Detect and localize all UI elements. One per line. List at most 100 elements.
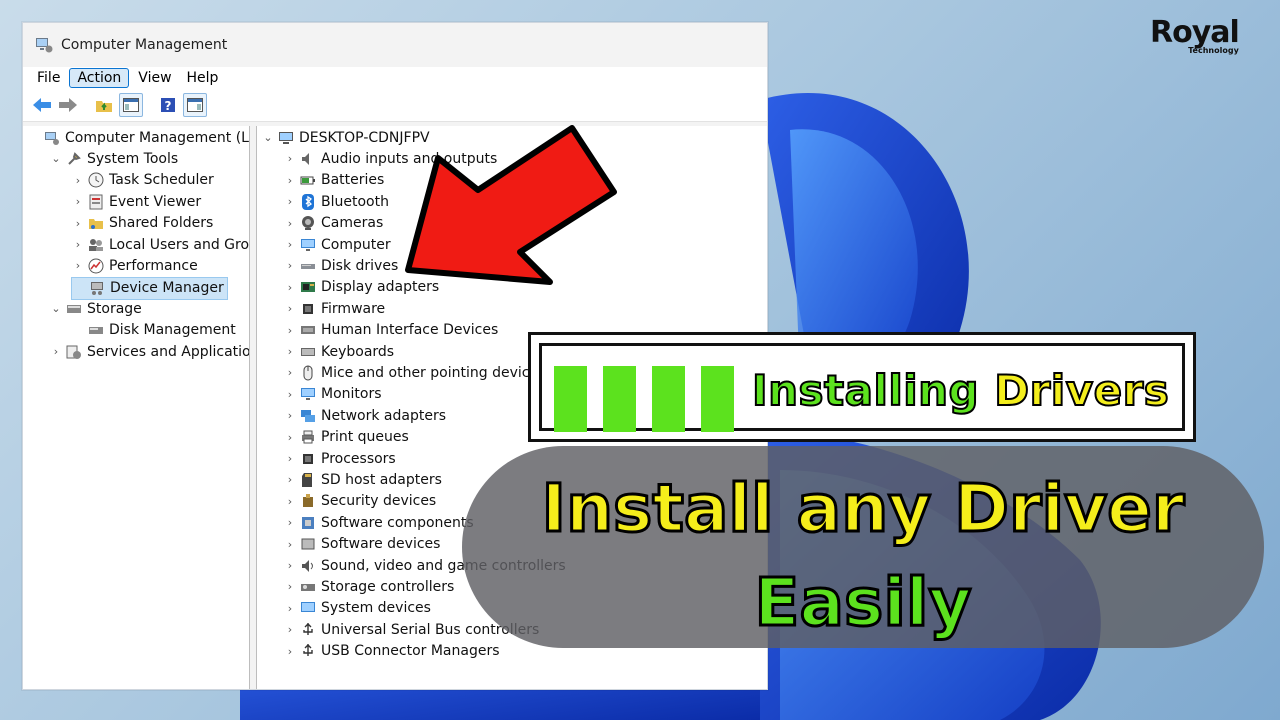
forward-button[interactable] [57, 94, 79, 116]
menu-file[interactable]: File [31, 68, 66, 88]
tree-item[interactable]: Disk Management [71, 320, 236, 341]
expand-chevron-icon[interactable]: › [71, 195, 85, 208]
device-category[interactable]: › Print queues [283, 427, 409, 448]
menu-action[interactable]: Action [69, 68, 130, 88]
expand-chevron-icon[interactable]: › [283, 580, 297, 593]
title-bar[interactable]: Computer Management [23, 23, 767, 67]
expand-chevron-icon[interactable]: › [283, 409, 297, 422]
help-icon: ? [161, 98, 175, 113]
expand-chevron-icon[interactable]: › [283, 623, 297, 636]
expand-chevron-icon[interactable]: ⌄ [49, 302, 63, 315]
tree-item[interactable]: › Performance [71, 255, 198, 276]
printer-icon [302, 430, 314, 444]
device-category[interactable]: › Security devices [283, 491, 436, 512]
expand-chevron-icon[interactable]: › [283, 174, 297, 187]
tree-item-label: Local Users and Groups [109, 236, 250, 253]
expand-chevron-icon[interactable]: › [283, 324, 297, 337]
device-category[interactable]: › Disk drives [283, 255, 398, 276]
console-tree-pane: Computer Management (Local⌄System Tools›… [23, 126, 250, 689]
tree-item[interactable]: Computer Management (Local [27, 127, 249, 148]
tree-item[interactable]: › Task Scheduler [71, 170, 214, 191]
expand-chevron-icon[interactable]: › [283, 345, 297, 358]
device-category[interactable]: › Firmware [283, 298, 385, 319]
performance-icon [88, 258, 104, 274]
expand-chevron-icon[interactable]: › [71, 174, 85, 187]
folder-up-icon [96, 101, 112, 112]
expand-chevron-icon[interactable]: › [283, 259, 297, 272]
device-category[interactable]: › Processors [283, 448, 396, 469]
expand-chevron-icon[interactable]: › [283, 495, 297, 508]
device-category[interactable]: › Software devices [283, 534, 441, 555]
desktop-icon [279, 131, 293, 144]
expand-chevron-icon[interactable]: › [71, 217, 85, 230]
device-category[interactable]: › Monitors [283, 384, 382, 405]
computer-management-icon [36, 38, 53, 53]
menu-view[interactable]: View [132, 68, 177, 88]
expand-chevron-icon[interactable]: ⌄ [49, 152, 63, 165]
tree-item[interactable]: › Event Viewer [71, 191, 201, 212]
device-category[interactable]: › Mice and other pointing device [283, 362, 538, 383]
expand-chevron-icon[interactable]: › [283, 645, 297, 658]
tree-item[interactable]: ⌄ System Tools [49, 148, 178, 169]
device-category[interactable]: › Software components [283, 512, 474, 533]
tree-item-label: Event Viewer [109, 193, 202, 210]
expand-chevron-icon[interactable]: › [283, 302, 297, 315]
device-category[interactable]: › Batteries [283, 170, 385, 191]
speaker-icon [302, 152, 309, 165]
expand-chevron-icon[interactable]: › [283, 152, 297, 165]
disk-management-icon [89, 327, 103, 335]
tree-item-label: Disk Management [109, 322, 236, 339]
up-folder-button[interactable] [93, 94, 115, 116]
banner-text: Installing Drivers [751, 365, 1170, 416]
device-category[interactable]: › Cameras [283, 213, 383, 234]
expand-chevron-icon[interactable]: › [71, 259, 85, 272]
storage-icon [67, 304, 81, 313]
tree-item[interactable]: ⌄ Storage [49, 298, 141, 319]
device-category[interactable]: › Keyboards [283, 341, 394, 362]
show-hide-tree-button[interactable] [119, 93, 143, 117]
device-category[interactable]: › Computer [283, 234, 391, 255]
expand-chevron-icon[interactable]: › [283, 366, 297, 379]
tree-item[interactable]: Device Manager [71, 276, 228, 300]
expand-chevron-icon[interactable]: › [283, 516, 297, 529]
device-category[interactable]: › Network adapters [283, 405, 446, 426]
expand-chevron-icon[interactable]: › [71, 238, 85, 251]
tools-icon [68, 152, 81, 165]
system-devices-icon [301, 602, 315, 613]
progress-segment [652, 366, 685, 432]
device-category[interactable]: › USB Connector Managers [283, 641, 500, 662]
expand-chevron-icon[interactable]: ⌄ [261, 131, 275, 144]
expand-chevron-icon[interactable]: › [283, 195, 297, 208]
expand-chevron-icon[interactable]: › [283, 602, 297, 615]
help-button[interactable]: ? [157, 94, 179, 116]
tree-item[interactable]: › Shared Folders [71, 213, 214, 234]
expand-chevron-icon[interactable]: › [283, 281, 297, 294]
expand-chevron-icon[interactable]: › [283, 538, 297, 551]
device-category[interactable]: › Human Interface Devices [283, 320, 498, 341]
device-category[interactable]: › Storage controllers [283, 576, 455, 597]
expand-chevron-icon[interactable]: › [283, 238, 297, 251]
expand-chevron-icon[interactable]: › [283, 473, 297, 486]
device-category-label: Processors [321, 450, 396, 467]
menu-help[interactable]: Help [181, 68, 225, 88]
disk-drive-icon [301, 263, 315, 269]
tree-item[interactable]: › Local Users and Groups [71, 234, 250, 255]
show-action-pane-button[interactable] [183, 93, 207, 117]
services-icon [66, 345, 81, 359]
expand-chevron-icon[interactable]: › [283, 431, 297, 444]
back-button[interactable] [31, 94, 53, 116]
expand-chevron-icon[interactable]: › [49, 345, 63, 358]
device-category-label: Bluetooth [321, 193, 389, 210]
expand-chevron-icon[interactable]: › [283, 559, 297, 572]
menu-bar: File Action View Help [23, 67, 767, 89]
expand-chevron-icon[interactable]: › [283, 388, 297, 401]
clock-icon [88, 172, 104, 188]
tree-item[interactable]: › Services and Applications [49, 341, 249, 362]
device-category[interactable]: › System devices [283, 598, 431, 619]
expand-chevron-icon[interactable]: › [283, 217, 297, 230]
expand-chevron-icon[interactable]: › [283, 452, 297, 465]
network-icon [301, 409, 315, 422]
device-category-label: Software components [321, 514, 474, 531]
device-category[interactable]: › SD host adapters [283, 469, 442, 490]
device-category[interactable]: › Bluetooth [283, 191, 389, 212]
